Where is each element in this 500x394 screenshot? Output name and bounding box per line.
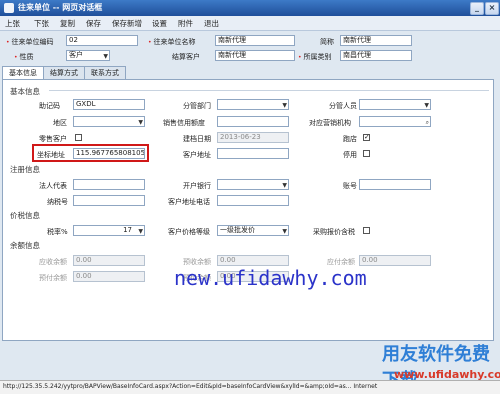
mnemonic-label: 助记码 (39, 102, 60, 110)
address-label: 客户地址 (183, 151, 211, 159)
tab-settle[interactable]: 结算方式 (43, 66, 85, 79)
phone-label: 客户地址电话 (168, 198, 210, 206)
menu-prev[interactable]: 上张 (5, 18, 20, 29)
site-watermark: new.ufidawhy.com (174, 266, 367, 290)
phone-field[interactable] (217, 195, 289, 206)
menu-bar: 上张 下张 复制 保存 保存新增 设置 附件 退出 (0, 16, 500, 31)
category-label: • 所属类别 (298, 53, 332, 61)
chevron-down-icon: ▼ (282, 182, 287, 189)
org-label: 对应营销机构 (309, 119, 351, 127)
window-title: 往来单位 -- 网页对话框 (18, 3, 103, 12)
tax-field[interactable] (73, 195, 145, 206)
menu-save[interactable]: 保存 (86, 18, 101, 29)
bank-select[interactable]: ▼ (217, 179, 289, 190)
store-label: 跑店 (343, 135, 357, 143)
r1-label: 应收余额 (39, 258, 67, 266)
credit-label: 销售信用额度 (163, 119, 205, 127)
short-field[interactable]: 南新代理 (340, 35, 412, 46)
status-url: http://125.35.5.242/yytpro/BAPView/BaseI… (3, 383, 378, 390)
rate-label: 税率% (47, 228, 68, 236)
chevron-down-icon: ▼ (138, 228, 143, 235)
name-label: • 往来单位名称 (148, 38, 196, 46)
chevron-down-icon: ▼ (138, 119, 143, 126)
settle-label: 结算客户 (172, 53, 200, 61)
basic-info-panel: 基本信息 助记码 GXDL 分管部门 ▼ 分管人员 ▼ 地区 ▼ 销售信用额度 … (2, 79, 494, 341)
r1-field[interactable]: 0.00 (73, 255, 145, 266)
staff-label: 分管人员 (329, 102, 357, 110)
retail-label: 零售客户 (39, 135, 67, 143)
chevron-down-icon: ▼ (103, 53, 108, 60)
nature-label: • 性质 (14, 53, 34, 61)
tax-label: 纳税号 (47, 198, 68, 206)
category-field[interactable]: 南昌代理 (340, 50, 412, 61)
tab-contact[interactable]: 联系方式 (84, 66, 126, 79)
r4-label: 预付余额 (39, 274, 67, 282)
minimize-icon[interactable]: _ (470, 2, 484, 15)
section-balance: 余额信息 (10, 241, 40, 250)
highlight-box (32, 144, 149, 162)
retail-checkbox[interactable] (75, 134, 82, 141)
r4-field[interactable]: 0.00 (73, 271, 145, 282)
include-tax-label: 采购报价含税 (313, 228, 355, 236)
settle-field[interactable]: 南新代理 (215, 50, 295, 61)
legal-label: 法人代表 (39, 182, 67, 190)
section-register: 注册信息 (10, 165, 40, 174)
r2-field[interactable]: 0.00 (217, 255, 289, 266)
disabled-checkbox[interactable] (363, 150, 370, 157)
chevron-down-icon: ▼ (282, 228, 287, 235)
credit-field[interactable] (217, 116, 289, 127)
include-tax-checkbox[interactable] (363, 227, 370, 234)
rate-select[interactable]: 17 ▼ (73, 225, 145, 236)
staff-select[interactable]: ▼ (359, 99, 431, 110)
region-label: 地区 (53, 119, 67, 127)
chevron-down-icon: ▼ (424, 102, 429, 109)
disabled-label: 停用 (343, 151, 357, 159)
dept-select[interactable]: ▼ (217, 99, 289, 110)
level-label: 客户价格等级 (168, 228, 210, 236)
menu-settings[interactable]: 设置 (152, 18, 167, 29)
status-bar: http://125.35.5.242/yytpro/BAPView/BaseI… (0, 380, 500, 394)
legal-field[interactable] (73, 179, 145, 190)
account-field[interactable] (359, 179, 431, 190)
short-label: 简称 (320, 38, 334, 46)
bank-label: 开户银行 (183, 182, 211, 190)
dept-label: 分管部门 (183, 102, 211, 110)
chevron-down-icon: ▼ (282, 102, 287, 109)
tab-basic[interactable]: 基本信息 (2, 66, 44, 80)
menu-next[interactable]: 下张 (34, 18, 49, 29)
menu-copy[interactable]: 复制 (60, 18, 75, 29)
account-label: 账号 (343, 182, 357, 190)
name-field[interactable]: 南新代理 (215, 35, 295, 46)
menu-attach[interactable]: 附件 (178, 18, 193, 29)
address-field[interactable] (217, 148, 289, 159)
divider (49, 90, 489, 91)
region-select[interactable]: ▼ (73, 116, 145, 127)
search-icon[interactable]: ⌕ (426, 118, 429, 126)
store-checkbox[interactable]: ✓ (363, 134, 370, 141)
section-basic: 基本信息 (10, 87, 40, 96)
window-icon (4, 3, 14, 13)
level-select[interactable]: 一级批发价 ▼ (217, 225, 289, 236)
menu-exit[interactable]: 退出 (204, 18, 219, 29)
close-icon[interactable]: × (485, 2, 499, 15)
title-bar: 往来单位 -- 网页对话框 _ × (0, 0, 500, 16)
org-field[interactable]: ⌕ (359, 116, 431, 127)
code-field[interactable]: 02 (66, 35, 138, 46)
mnemonic-field[interactable]: GXDL (73, 99, 145, 110)
nature-select[interactable]: 客户 ▼ (66, 50, 110, 61)
section-price: 价税信息 (10, 211, 40, 220)
created-date-field[interactable]: 2013-06-23 (217, 132, 289, 143)
created-label: 建档日期 (183, 135, 211, 143)
menu-save-new[interactable]: 保存新增 (112, 18, 142, 29)
code-label: • 往来单位编码 (6, 38, 54, 46)
r3-field[interactable]: 0.00 (359, 255, 431, 266)
